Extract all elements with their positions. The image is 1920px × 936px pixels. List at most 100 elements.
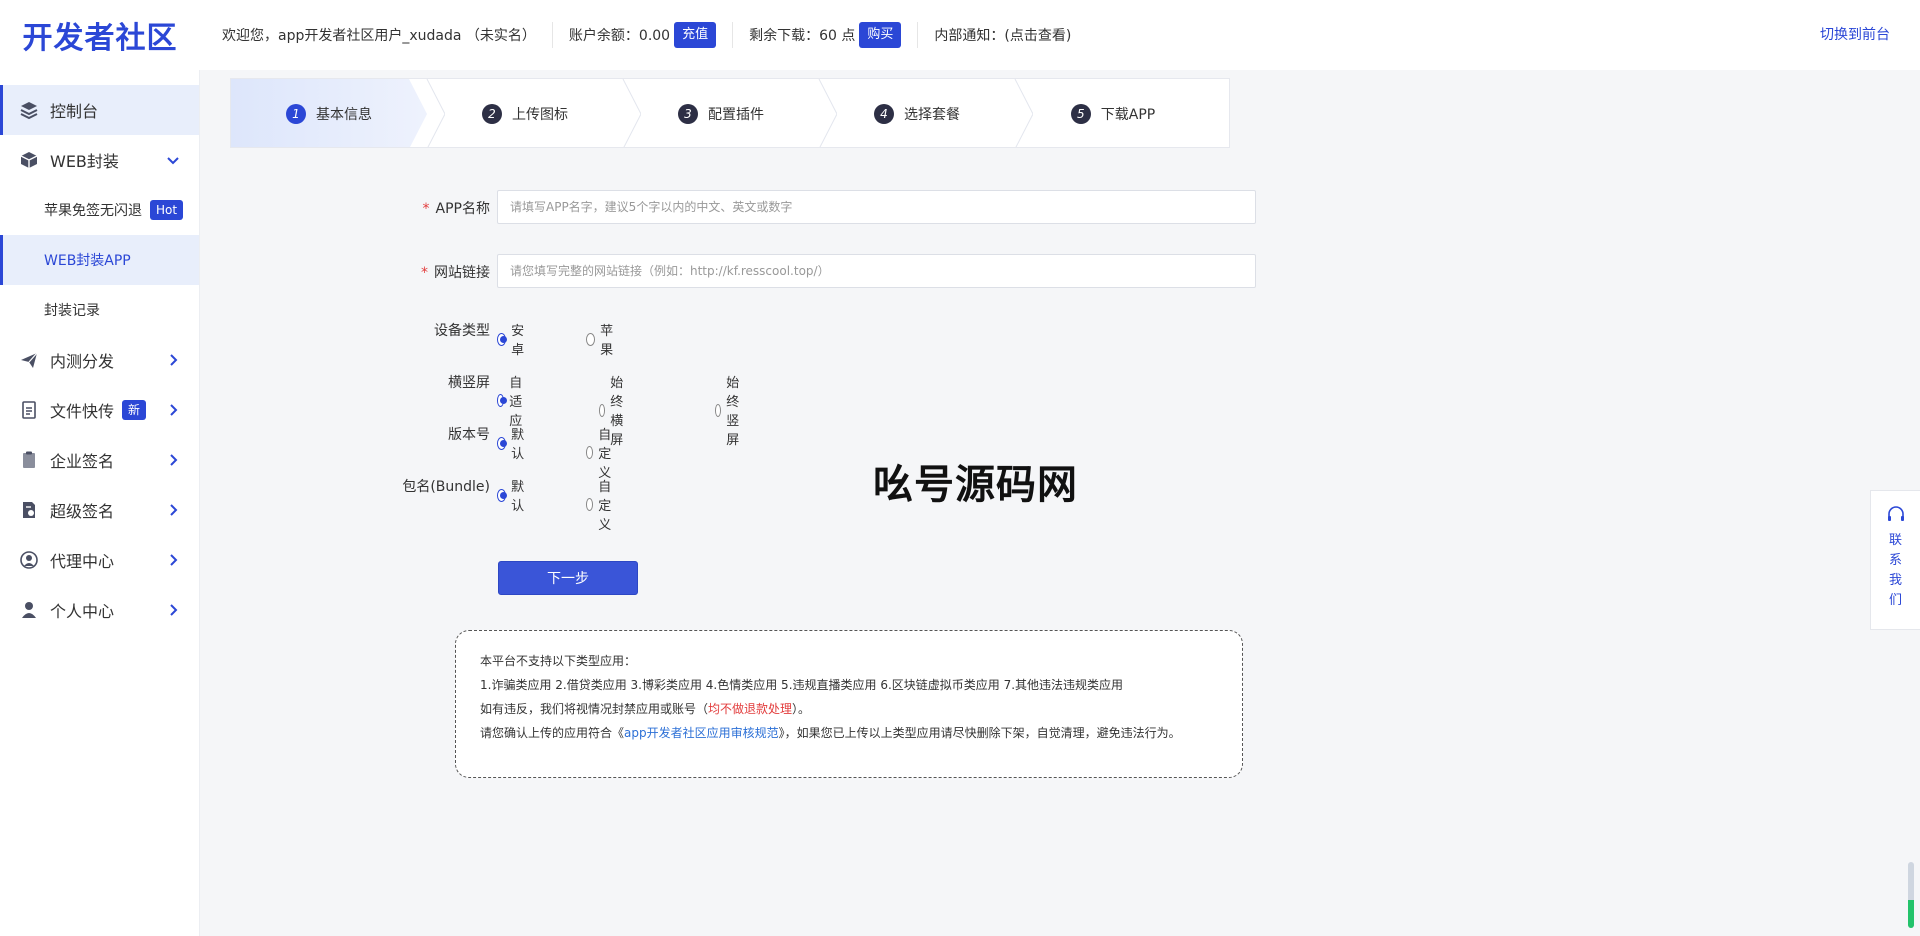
notice-text: 如有违反，我们将视情况封禁应用或账号（ [480, 702, 709, 716]
notice-text: 请您确认上传的应用符合《 [480, 726, 625, 740]
sidebar-item-personal-center[interactable]: 个人中心 [0, 585, 199, 635]
box-icon [18, 149, 40, 171]
radio-label: 苹果 [600, 324, 614, 358]
radio-label: 默认 [511, 480, 525, 514]
bundle-radio-default[interactable]: 默认 [497, 476, 528, 514]
new-badge: 新 [122, 400, 147, 420]
step-separator [818, 79, 837, 147]
version-radio-default[interactable]: 默认 [497, 424, 528, 462]
orientation-label: 横竖屏 [448, 375, 490, 391]
version-label: 版本号 [448, 427, 490, 443]
recharge-button[interactable]: 充值 [674, 22, 717, 48]
contact-us-widget[interactable]: 联系我们 [1870, 490, 1920, 630]
sidebar-item-label: 代理中心 [50, 552, 115, 571]
main-content: 1 基本信息 2 上传图标 3 配置插件 4 选择套餐 5 下载APP * APP… [200, 70, 1920, 936]
step-number: 1 [286, 104, 306, 124]
buy-button[interactable]: 购买 [859, 22, 902, 48]
orientation-radio-portrait[interactable]: 始终竖屏 [715, 372, 746, 448]
chevron-right-icon [170, 354, 178, 366]
internal-notice-link[interactable]: 内部通知：(点击查看) [934, 0, 1071, 70]
sidebar-item-label: 企业签名 [50, 452, 115, 471]
step-label: 上传图标 [512, 107, 568, 123]
sidebar-item-label: 封装记录 [44, 303, 100, 319]
sidebar-item-enterprise-sign[interactable]: 企业签名 [0, 435, 199, 485]
step-progress: 1 基本信息 2 上传图标 3 配置插件 4 选择套餐 5 下载APP [230, 78, 1230, 148]
notice-line: 1.诈骗类应用 2.借贷类应用 3.博彩类应用 4.色情类应用 5.违规直播类应… [480, 678, 1124, 692]
site-logo[interactable]: 开发者社区 [0, 13, 200, 57]
step-label: 下载APP [1100, 107, 1156, 123]
radio-label: 自定义 [598, 428, 612, 481]
sidebar-item-file-transfer[interactable]: 文件快传 新 [0, 385, 199, 435]
radio-dot [586, 446, 594, 459]
chevron-right-icon [170, 454, 178, 466]
radio-dot [497, 394, 508, 407]
chevron-right-icon [170, 404, 178, 416]
device-radio-ios[interactable]: 苹果 [586, 320, 617, 358]
radio-label: 默认 [511, 428, 525, 462]
orientation-radio-auto[interactable]: 自适应 [497, 372, 528, 429]
bundle-label: 包名(Bundle) [402, 479, 490, 495]
no-refund-text: 均不做退款处理 [708, 702, 793, 716]
sidebar-item-label: WEB封装 [50, 152, 119, 171]
next-step-button[interactable]: 下一步 [498, 561, 638, 595]
agent-icon [18, 549, 40, 571]
website-label-text: 网站链接 [434, 265, 490, 281]
sidebar-item-label: 控制台 [50, 102, 99, 121]
step-upload-icon[interactable]: 2 上传图标 [427, 79, 641, 147]
step-config-plugins[interactable]: 3 配置插件 [623, 79, 837, 147]
device-type-label: 设备类型 [434, 323, 490, 339]
step-basic-info[interactable]: 1 基本信息 [231, 79, 445, 147]
hot-badge: Hot [150, 200, 184, 220]
sidebar-subitem-apple-no-sign[interactable]: 苹果免签无闪退 Hot [0, 185, 199, 235]
downloads-label: 剩余下载：60 点 [749, 28, 856, 44]
header-divider [551, 22, 553, 48]
version-radio-custom[interactable]: 自定义 [586, 424, 617, 481]
bundle-radio-custom[interactable]: 自定义 [586, 476, 617, 533]
step-choose-package[interactable]: 4 选择套餐 [819, 79, 1033, 147]
scroll-indicator[interactable] [1908, 862, 1914, 928]
app-name-input[interactable]: 请填写APP名字，建议5个字以内的中文、英文或数字 [497, 190, 1256, 224]
contact-us-label: 联系我们 [1888, 533, 1902, 608]
policy-notice-box: 本平台不支持以下类型应用： 1.诈骗类应用 2.借贷类应用 3.博彩类应用 4.… [455, 630, 1243, 778]
sidebar-subitem-wrap-records[interactable]: 封装记录 [0, 285, 199, 335]
review-guidelines-link[interactable]: app开发者社区应用审核规范 [624, 726, 779, 740]
headset-icon [1887, 506, 1904, 521]
step-label: 选择套餐 [904, 107, 960, 123]
step-download-app[interactable]: 5 下载APP [1015, 79, 1211, 147]
sidebar: 控制台 WEB封装 苹果免签无闪退 Hot WEB封装APP 封装记录 内测分发… [0, 70, 200, 936]
required-mark: * [422, 201, 430, 217]
step-label: 基本信息 [316, 107, 372, 123]
notice-text: 》，如果您已上传以上类型应用请尽快删除下架，自觉清理，避免违法行为。 [778, 726, 1181, 740]
header-divider [917, 22, 919, 48]
file-transfer-icon [18, 399, 40, 421]
sidebar-item-console[interactable]: 控制台 [0, 85, 199, 135]
sidebar-item-label: 苹果免签无闪退 [44, 203, 142, 219]
radio-label: 安卓 [511, 324, 525, 358]
sidebar-item-web-wrap[interactable]: WEB封装 [0, 135, 199, 185]
radio-dot [586, 332, 596, 346]
sidebar-item-label: 文件快传 [50, 402, 115, 421]
sidebar-item-super-sign[interactable]: 超级签名 [0, 485, 199, 535]
chevron-right-icon [170, 604, 178, 616]
step-number: 5 [1070, 104, 1091, 124]
sidebar-item-beta-distribution[interactable]: 内测分发 [0, 335, 199, 385]
radio-dot [715, 403, 722, 417]
watermark-logo: 吆号源码网 [873, 462, 1078, 508]
radio-dot [497, 436, 508, 450]
sidebar-subitem-web-wrap-app[interactable]: WEB封装APP [0, 235, 199, 285]
radio-dot [497, 332, 508, 346]
sidebar-item-label: WEB封装APP [44, 253, 131, 269]
website-label: * 网站链接 [370, 262, 490, 282]
device-radio-android[interactable]: 安卓 [497, 320, 528, 358]
switch-frontend-link[interactable]: 切换到前台 [1820, 0, 1890, 70]
radio-label: 始终竖屏 [726, 376, 740, 448]
radio-dot [599, 403, 606, 417]
chevron-right-icon [170, 554, 178, 566]
layers-icon [18, 99, 40, 121]
chevron-down-icon [167, 157, 179, 165]
website-url-input[interactable]: 请您填写完整的网站链接（例如：http://kf.resscool.top/） [497, 254, 1256, 288]
sidebar-item-label: 个人中心 [50, 602, 115, 621]
sidebar-item-agent-center[interactable]: 代理中心 [0, 535, 199, 585]
step-label: 配置插件 [708, 107, 764, 123]
document-badge-icon [18, 499, 40, 521]
